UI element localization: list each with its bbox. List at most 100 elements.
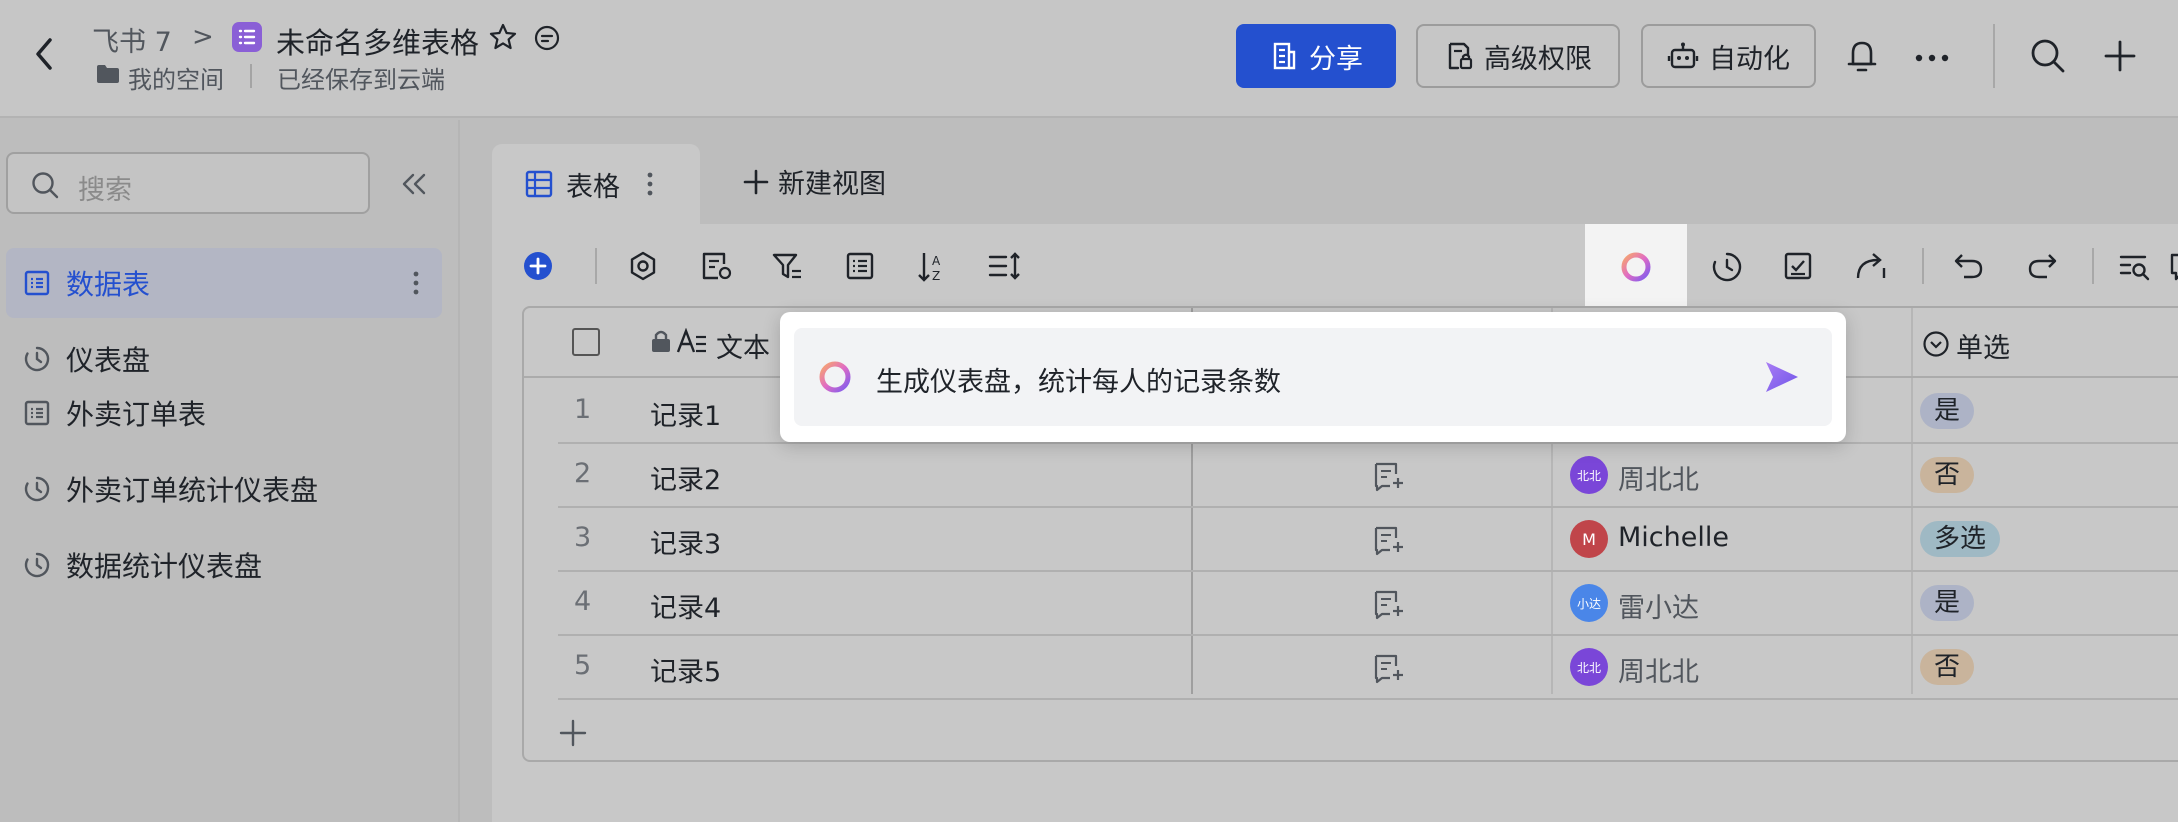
field-config-icon[interactable]	[699, 250, 733, 286]
more-icon[interactable]	[1914, 48, 1950, 67]
select-all-checkbox[interactable]	[572, 328, 600, 356]
dashboard-icon	[22, 550, 52, 580]
more-vertical-icon[interactable]	[646, 171, 654, 197]
row-number: 5	[574, 650, 592, 681]
breadcrumb-parent[interactable]: 飞书 7	[92, 20, 172, 59]
search-icon[interactable]	[2028, 36, 2068, 80]
new-view-label: 新建视图	[778, 169, 886, 200]
single-select-tag[interactable]: 否	[1920, 457, 1975, 493]
main-area: 表格 新建视图 AZ 文本 单选 1 记录1 是 2 记录2 北北 周北北 否 …	[462, 120, 2178, 822]
permission-doc-icon	[1448, 42, 1473, 70]
view-tabs: 表格 新建视图	[492, 144, 2178, 224]
settings-icon[interactable]	[627, 250, 659, 286]
divider	[595, 248, 597, 284]
table-icon	[22, 268, 52, 298]
sidebar-item-label: 外卖订单统计仪表盘	[66, 474, 319, 507]
search-placeholder: 搜索	[78, 175, 132, 206]
grid-icon	[524, 169, 554, 199]
new-view-button[interactable]: 新建视图	[742, 162, 886, 201]
sidebar: 搜索 数据表 仪表盘 外卖订单表 外卖订单统计仪表盘 数据统计仪表盘	[0, 120, 460, 822]
add-comment-icon[interactable]	[1372, 460, 1406, 496]
sidebar-item-takeout-orders[interactable]: 外卖订单表	[6, 378, 442, 448]
share-out-icon[interactable]	[1854, 250, 1888, 286]
star-icon[interactable]	[488, 22, 518, 56]
group-icon[interactable]	[844, 250, 876, 286]
sidebar-item-label: 仪表盘	[66, 344, 151, 377]
single-select-tag[interactable]: 是	[1920, 393, 1975, 429]
lock-icon	[650, 328, 672, 358]
ai-logo-icon	[1621, 252, 1651, 282]
person-name[interactable]: Michelle	[1618, 522, 1729, 553]
row-number: 2	[574, 458, 592, 489]
avatar: M	[1570, 520, 1608, 558]
back-icon[interactable]	[30, 34, 60, 74]
sidebar-item-stats-dashboard[interactable]: 数据统计仪表盘	[6, 530, 442, 600]
sidebar-item-label: 数据表	[66, 268, 151, 301]
column-header-text[interactable]: 文本	[716, 326, 770, 365]
comments-icon[interactable]	[2168, 250, 2178, 286]
space-label[interactable]: 我的空间	[128, 60, 224, 95]
divider	[1993, 24, 1995, 88]
plus-icon[interactable]	[2100, 36, 2140, 80]
send-icon[interactable]	[1764, 360, 1800, 398]
comment-icon[interactable]	[533, 24, 561, 56]
permissions-label: 高级权限	[1484, 43, 1592, 75]
robot-icon	[1667, 42, 1699, 69]
ai-prompt-popup: 生成仪表盘，统计每人的记录条数	[780, 312, 1846, 442]
ai-assistant-button[interactable]	[1585, 224, 1687, 310]
text-cell[interactable]: 记录4	[650, 586, 721, 625]
single-select-tag[interactable]: 多选	[1920, 521, 2001, 557]
checklist-icon[interactable]	[1782, 250, 1814, 286]
table-row[interactable]: 4 记录4 小达 雷小达 是	[558, 572, 2178, 636]
tab-label: 表格	[566, 171, 620, 203]
bell-icon[interactable]	[1844, 36, 1880, 80]
find-icon[interactable]	[2118, 250, 2152, 286]
sidebar-item-label: 数据统计仪表盘	[66, 550, 263, 583]
sort-icon[interactable]: AZ	[916, 250, 950, 288]
plus-icon	[743, 169, 769, 194]
sidebar-item-datatable[interactable]: 数据表	[6, 248, 442, 318]
add-comment-icon[interactable]	[1372, 652, 1406, 688]
advanced-permissions-button[interactable]: 高级权限	[1416, 24, 1620, 88]
dashboard-icon	[22, 344, 52, 374]
share-label: 分享	[1309, 43, 1363, 75]
building-icon	[1273, 42, 1296, 70]
table-row[interactable]: 3 记录3 M Michelle 多选	[558, 508, 2178, 572]
filter-icon[interactable]	[770, 250, 804, 286]
table-row[interactable]: 2 记录2 北北 周北北 否	[558, 444, 2178, 508]
save-status: 已经保存到云端	[277, 66, 445, 94]
more-vertical-icon[interactable]	[412, 270, 420, 300]
person-name[interactable]: 雷小达	[1618, 586, 1699, 625]
doc-title[interactable]: 未命名多维表格	[276, 20, 479, 62]
table-row[interactable]: 5 记录5 北北 周北北 否	[558, 636, 2178, 700]
sidebar-search-input[interactable]: 搜索	[6, 152, 370, 214]
ai-logo-icon	[816, 358, 854, 400]
redo-icon[interactable]	[2025, 250, 2059, 286]
text-cell[interactable]: 记录2	[650, 458, 721, 497]
ai-prompt-input[interactable]: 生成仪表盘，统计每人的记录条数	[794, 328, 1832, 426]
automation-button[interactable]: 自动化	[1641, 24, 1816, 88]
text-cell[interactable]: 记录1	[650, 394, 721, 433]
text-cell[interactable]: 记录3	[650, 522, 721, 561]
row-height-icon[interactable]	[987, 250, 1023, 286]
add-comment-icon[interactable]	[1372, 588, 1406, 624]
single-select-tag[interactable]: 否	[1920, 649, 1975, 685]
add-record-icon[interactable]	[522, 250, 554, 286]
history-icon[interactable]	[1710, 250, 1744, 288]
person-name[interactable]: 周北北	[1618, 650, 1699, 689]
text-cell[interactable]: 记录5	[650, 650, 721, 689]
single-select-tag[interactable]: 是	[1920, 585, 1975, 621]
column-header-single-select[interactable]: 单选	[1956, 326, 2010, 365]
add-comment-icon[interactable]	[1372, 524, 1406, 560]
undo-icon[interactable]	[1952, 250, 1986, 286]
add-row-icon[interactable]	[558, 718, 588, 752]
row-number: 4	[574, 586, 592, 617]
sidebar-item-takeout-dashboard[interactable]: 外卖订单统计仪表盘	[6, 454, 442, 524]
collapse-sidebar-icon[interactable]	[400, 172, 428, 200]
person-name[interactable]: 周北北	[1618, 458, 1699, 497]
base-doc-icon	[232, 22, 262, 52]
single-select-icon	[1922, 330, 1950, 362]
folder-icon	[96, 64, 120, 88]
share-button[interactable]: 分享	[1236, 24, 1396, 88]
tab-grid[interactable]: 表格	[492, 144, 700, 224]
